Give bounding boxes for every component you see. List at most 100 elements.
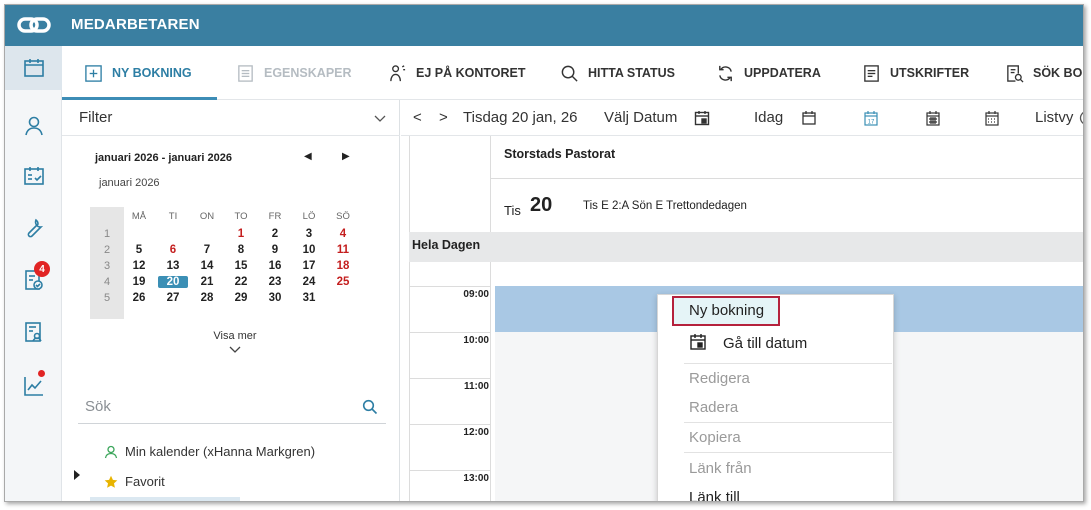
hour-label: 10:00 xyxy=(463,335,489,346)
expand-triangle-icon[interactable] xyxy=(74,470,80,480)
choose-date-label[interactable]: Välj Datum xyxy=(604,109,677,126)
tree-item-favorite[interactable]: Favorit xyxy=(104,474,165,489)
menu-edit[interactable]: Redigera xyxy=(658,370,895,387)
calendar-day[interactable]: 5 xyxy=(124,244,154,256)
list-view-label[interactable]: Listvy xyxy=(1035,109,1073,126)
search-field[interactable]: Sök xyxy=(78,388,386,424)
app-window: MEDARBETAREN 4 NY BOKNING EGENSKAPER EJ … xyxy=(4,4,1084,502)
calendar-day[interactable]: 24 xyxy=(294,276,324,288)
search-booking-button[interactable]: SÖK BOK xyxy=(1005,46,1083,100)
properties-button[interactable]: EGENSKAPER xyxy=(236,46,352,100)
prints-label: UTSKRIFTER xyxy=(890,66,970,80)
calendar-day[interactable]: 2 xyxy=(260,228,290,240)
calendar-day[interactable]: 11 xyxy=(328,244,358,256)
calendar-day[interactable]: 27 xyxy=(158,292,188,304)
calendar-day[interactable]: 3 xyxy=(294,228,324,240)
next-month-icon[interactable]: ▶ xyxy=(342,151,350,162)
calendar-day[interactable]: 14 xyxy=(192,260,222,272)
week-number: 4 xyxy=(103,276,111,288)
resource-name: Storstads Pastorat xyxy=(504,147,616,161)
calendar-day[interactable]: 12 xyxy=(124,260,154,272)
left-nav: 4 xyxy=(5,46,62,501)
weekday-label: Tis xyxy=(504,203,521,218)
calendar-day[interactable]: 30 xyxy=(260,292,290,304)
show-more-button[interactable]: Visa mer xyxy=(187,330,283,362)
svg-text:17: 17 xyxy=(868,120,875,126)
prev-day-button[interactable]: < xyxy=(413,109,422,126)
app-logo-icon[interactable] xyxy=(17,14,51,36)
week-view-icon[interactable] xyxy=(925,110,941,126)
calendar-day[interactable]: 8 xyxy=(226,244,256,256)
day-info: Tis E 2:A Sön E Trettondedagen xyxy=(583,200,747,212)
filter-pane: Filter januari 2026 - januari 2026 ◀ ▶ j… xyxy=(62,100,400,501)
day-view-icon[interactable] xyxy=(801,110,817,126)
calendar-day[interactable]: 31 xyxy=(294,292,324,304)
nav-calendar[interactable] xyxy=(5,46,62,90)
menu-link-from[interactable]: Länk från xyxy=(658,460,895,477)
calendar-17-icon[interactable]: 17 xyxy=(863,110,879,126)
current-date: Tisdag 20 jan, 26 xyxy=(463,109,578,126)
find-status-button[interactable]: HITTA STATUS xyxy=(560,46,675,100)
wrench-icon xyxy=(27,218,43,238)
toggle-icon[interactable] xyxy=(1077,110,1084,126)
nav-tasks[interactable]: 4 xyxy=(5,258,62,302)
divider xyxy=(491,178,1083,179)
all-day-row[interactable]: Hela Dagen xyxy=(409,232,1083,262)
calendar-day[interactable]: 25 xyxy=(328,276,358,288)
calendar-day[interactable]: 9 xyxy=(260,244,290,256)
update-button[interactable]: UPPDATERA xyxy=(716,46,821,100)
nav-reports[interactable] xyxy=(5,310,62,354)
menu-delete[interactable]: Radera xyxy=(658,399,895,416)
calendar-day[interactable]: 1 xyxy=(226,228,256,240)
nav-statistics[interactable] xyxy=(5,364,62,408)
hour-label: 12:00 xyxy=(463,427,489,438)
all-day-label: Hela Dagen xyxy=(412,238,481,252)
menu-link-to[interactable]: Länk till xyxy=(658,489,895,501)
calendar-day[interactable]: 26 xyxy=(124,292,154,304)
weekday-header: MÅ xyxy=(131,211,147,222)
prints-button[interactable]: UTSKRIFTER xyxy=(862,46,969,100)
nav-tools[interactable] xyxy=(5,206,62,250)
calendar-day[interactable]: 10 xyxy=(294,244,324,256)
nav-schedule[interactable] xyxy=(5,154,62,198)
calendar-day[interactable]: 7 xyxy=(192,244,222,256)
new-booking-button[interactable]: NY BOKNING xyxy=(84,46,192,100)
menu-copy[interactable]: Kopiera xyxy=(658,429,895,446)
search-icon[interactable] xyxy=(362,399,378,415)
calendar-picker-icon[interactable] xyxy=(694,110,710,126)
calendar-day[interactable]: 22 xyxy=(226,276,256,288)
find-status-label: HITTA STATUS xyxy=(588,66,676,80)
calendar-day[interactable]: 29 xyxy=(226,292,256,304)
calendar-day[interactable]: 28 xyxy=(192,292,222,304)
calendar-day[interactable]: 18 xyxy=(328,260,358,272)
calendar-day[interactable]: 4 xyxy=(328,228,358,240)
calendar-day[interactable]: 17 xyxy=(294,260,324,272)
prev-month-icon[interactable]: ◀ xyxy=(304,151,312,162)
next-day-button[interactable]: > xyxy=(439,109,448,126)
tree-item-my-calendar[interactable]: Min kalender (xHanna Markgren) xyxy=(104,444,315,459)
update-label: UPPDATERA xyxy=(744,66,821,80)
calendar-day[interactable]: 20 xyxy=(158,276,188,288)
calendar-day[interactable]: 23 xyxy=(260,276,290,288)
menu-go-to-date[interactable]: Gå till datum xyxy=(658,335,895,352)
notification-badge: 4 xyxy=(34,261,50,277)
week-number: 3 xyxy=(103,260,111,272)
chevron-down-icon[interactable] xyxy=(374,112,386,124)
filter-header[interactable]: Filter xyxy=(62,100,400,136)
calendar-day[interactable]: 19 xyxy=(124,276,154,288)
weekday-header: LÖ xyxy=(302,211,316,222)
calendar-day[interactable]: 15 xyxy=(226,260,256,272)
calendar-day[interactable]: 21 xyxy=(192,276,222,288)
selected-tree-row[interactable] xyxy=(90,497,240,501)
calendar-day[interactable]: 16 xyxy=(260,260,290,272)
nav-user[interactable] xyxy=(5,104,62,148)
today-button[interactable]: Idag xyxy=(754,109,783,126)
day-number[interactable]: 20 xyxy=(530,194,552,217)
calendar-day[interactable]: 13 xyxy=(158,260,188,272)
not-in-office-button[interactable]: EJ PÅ KONTORET xyxy=(388,46,526,100)
user-icon xyxy=(104,445,118,458)
document-search-icon xyxy=(1007,64,1024,83)
month-view-icon[interactable] xyxy=(984,110,1000,126)
menu-new-booking[interactable]: Ny bokning xyxy=(658,302,895,319)
calendar-day[interactable]: 6 xyxy=(158,244,188,256)
